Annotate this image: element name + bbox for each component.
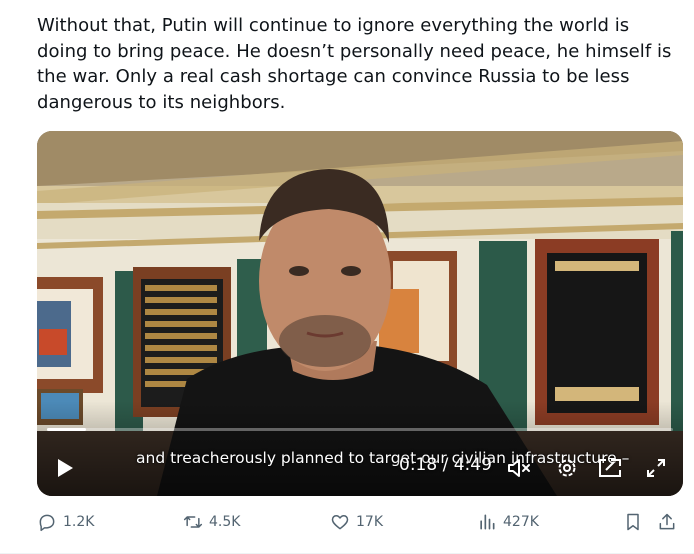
post-text: Without that, Putin will continue to ign… bbox=[37, 15, 672, 113]
repost-button[interactable]: 4.5K bbox=[183, 512, 240, 532]
settings-icon bbox=[558, 459, 576, 477]
bookmark-button[interactable] bbox=[623, 512, 643, 532]
share-button[interactable] bbox=[657, 512, 677, 532]
video-frame bbox=[37, 131, 683, 496]
views-button[interactable]: 427K bbox=[477, 512, 539, 532]
repost-count: 4.5K bbox=[209, 514, 241, 530]
progress-bar[interactable] bbox=[47, 428, 673, 431]
progress-fill bbox=[47, 428, 86, 431]
pip-icon bbox=[599, 459, 621, 477]
settings-button[interactable] bbox=[556, 457, 578, 479]
video-time: 0:18 / 4:49 bbox=[399, 455, 492, 475]
heart-icon bbox=[331, 515, 349, 530]
views-count: 427K bbox=[503, 514, 539, 530]
like-button[interactable]: 17K bbox=[330, 512, 383, 532]
reply-icon bbox=[39, 514, 55, 532]
reply-count: 1.2K bbox=[63, 514, 95, 530]
share-icon bbox=[659, 513, 675, 530]
like-count: 17K bbox=[356, 514, 383, 530]
pip-button[interactable] bbox=[598, 458, 622, 478]
mute-button[interactable] bbox=[507, 457, 533, 479]
bookmark-icon bbox=[627, 513, 639, 531]
fullscreen-button[interactable] bbox=[645, 457, 667, 479]
play-button[interactable] bbox=[55, 458, 75, 478]
video-player[interactable]: and treacherously planned to target our … bbox=[37, 131, 683, 496]
views-chart-icon bbox=[480, 514, 495, 530]
mute-icon bbox=[508, 459, 530, 477]
play-icon bbox=[58, 459, 73, 477]
repost-icon bbox=[183, 516, 203, 528]
reply-button[interactable]: 1.2K bbox=[37, 512, 94, 532]
fullscreen-icon bbox=[647, 459, 665, 477]
post-actions: 1.2K 4.5K 17K 427K bbox=[37, 512, 683, 536]
